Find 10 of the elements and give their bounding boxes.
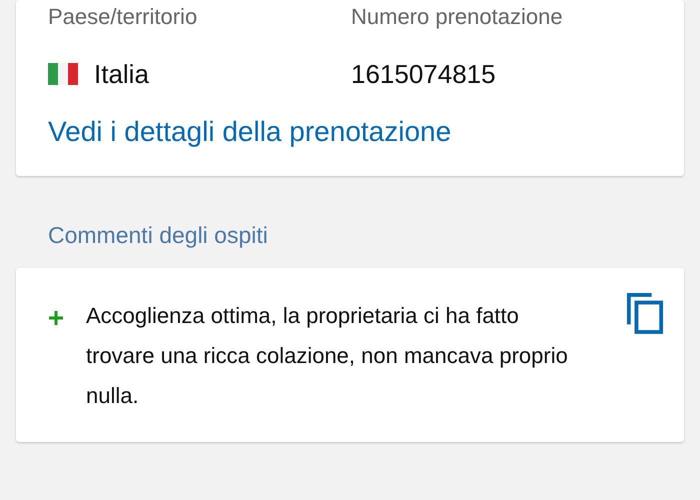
plus-icon bbox=[48, 310, 64, 326]
field-value: 1615074815 bbox=[351, 58, 496, 90]
section-title: Commenti degli ospiti bbox=[48, 221, 269, 250]
flag-icon bbox=[48, 63, 78, 85]
field-label: Paese/territorio bbox=[48, 3, 198, 31]
comment-text: Accoglienza ottima, la proprietaria ci ha fatto trovare una ricca colazione, non mancava proprio nulla. bbox=[86, 302, 569, 410]
booking-details-link[interactable]: Vedi i dettagli della prenotazione bbox=[48, 116, 452, 148]
copy-icon[interactable] bbox=[626, 292, 664, 334]
field-label: Numero prenotazione bbox=[351, 3, 563, 31]
field-value: Italia bbox=[94, 58, 149, 90]
